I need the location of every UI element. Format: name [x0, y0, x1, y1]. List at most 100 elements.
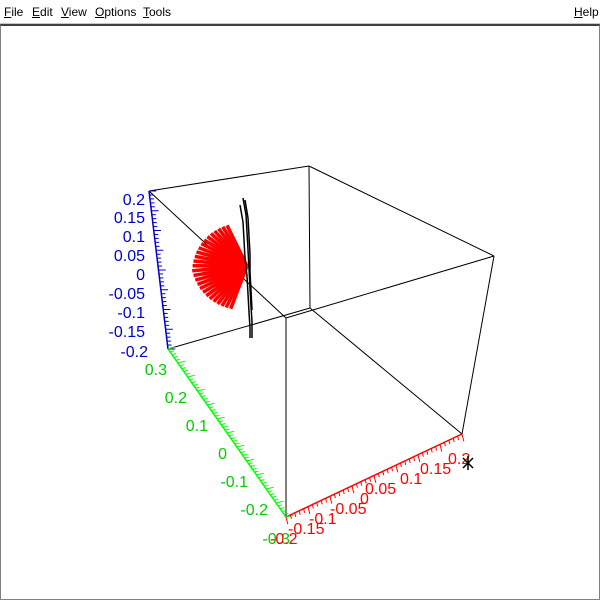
y-axis-tick: [252, 467, 257, 470]
x-axis-tick: [360, 481, 363, 486]
y-axis-tick: [268, 490, 273, 493]
y-axis-tick: [256, 472, 264, 476]
x-axis-tick: [377, 473, 380, 478]
y-axis-tick: [215, 414, 220, 417]
x-axis-tick: [404, 460, 407, 466]
x-axis-tick: [448, 440, 451, 445]
y-tick-label: 0.2: [165, 390, 187, 407]
y-axis-tick: [264, 484, 269, 487]
y-axis-tick: [240, 451, 245, 454]
x-axis-tick: [351, 485, 355, 494]
y-axis-tick: [209, 406, 214, 409]
x-axis-tick: [320, 500, 323, 505]
z-tick-label: 0.05: [114, 248, 145, 265]
y-axis-tick: [207, 402, 215, 406]
box-edge: [148, 165, 310, 192]
x-axis-tick: [413, 456, 416, 461]
z-tick-label: -0.05: [109, 286, 146, 303]
vector-fan: [192, 224, 249, 310]
box-edge: [167, 307, 311, 350]
x-axis-labels: -0.2 -0.15 -0.1 -0.05 0 0.05 0.1 0.15 0.…: [270, 451, 470, 548]
y-tick-label: 0.1: [186, 418, 208, 435]
x-axis-tick: [430, 448, 433, 453]
y-axis-tick: [185, 372, 190, 375]
y-axis-tick: [211, 409, 216, 412]
x-axis-tick: [399, 462, 402, 468]
y-axis-labels: 0.3 0.2 0.1 0 -0.1 -0.2 -0.3: [145, 362, 290, 548]
x-axis-tick: [391, 467, 394, 472]
y-axis-tick: [199, 392, 204, 395]
x-axis-tick: [333, 494, 336, 499]
x-axis-tick: [338, 491, 341, 497]
y-axis-tick: [205, 400, 210, 403]
y-axis-tick: [169, 350, 175, 353]
y-axis-tick: [246, 458, 254, 462]
y-axis-tick: [279, 507, 285, 510]
y-axis-tick: [258, 476, 263, 479]
x-axis-tick: [421, 452, 424, 457]
y-axis-tick: [173, 355, 179, 358]
y-axis-tick: [254, 470, 259, 473]
y-axis-tick: [238, 448, 243, 451]
y-axis-tick: [248, 462, 253, 465]
y-axis-tick: [228, 434, 234, 437]
x-axis-tick: [395, 465, 399, 473]
y-tick-label: 0: [218, 446, 227, 463]
y-axis-tick: [250, 465, 255, 468]
y-axis-tick: [181, 367, 186, 370]
y-axis-tick: [222, 425, 228, 428]
y-axis-tick: [219, 420, 224, 423]
z-axis-labels: 0.2 0.15 0.1 0.05 0 -0.05 -0.1 -0.15 -0.…: [109, 192, 149, 361]
x-axis-tick: [452, 438, 455, 443]
y-axis-tick: [230, 437, 236, 440]
y-axis-tick: [179, 364, 184, 367]
y-axis-tick: [213, 411, 218, 414]
x-axis-tick: [311, 504, 314, 509]
plot-window: File Edit View Options Tools Help 0.2 0.…: [0, 0, 600, 600]
y-axis-tick: [260, 479, 265, 482]
y-axis-tick: [226, 430, 235, 434]
box-edge: [308, 165, 495, 257]
x-axis-tick: [435, 446, 438, 451]
x-axis-tick: [382, 471, 385, 476]
y-axis-tick: [217, 416, 225, 420]
x-axis-tick: [386, 469, 389, 474]
x-axis-tick: [294, 512, 297, 517]
x-axis-tick: [303, 508, 306, 513]
x-axis-tick: [347, 487, 350, 493]
y-axis-tick: [224, 428, 230, 431]
box-edge: [309, 307, 463, 435]
x-tick-label: 0.1: [400, 471, 422, 488]
y-axis-tick: [232, 439, 238, 442]
y-axis-tick: [183, 369, 188, 372]
box-edge: [461, 255, 495, 435]
x-axis-tick: [355, 483, 358, 488]
y-axis-tick: [270, 493, 275, 496]
3d-plot[interactable]: 0.2 0.15 0.1 0.05 0 -0.05 -0.1 -0.15 -0.…: [0, 0, 600, 600]
z-tick-label: 0: [136, 267, 145, 284]
z-tick-label: -0.15: [109, 324, 146, 341]
y-axis-tick: [201, 395, 206, 398]
y-axis-tick: [189, 378, 194, 381]
y-axis-tick: [276, 500, 284, 504]
y-axis-tick: [266, 486, 274, 490]
y-axis-tick: [242, 453, 247, 456]
y-axis-tick: [234, 442, 239, 445]
x-axis-tick: [408, 458, 411, 464]
x-axis-tick: [316, 502, 319, 507]
y-axis-tick: [220, 423, 226, 426]
box-edge: [285, 255, 495, 319]
y-tick-label: 0.3: [145, 362, 167, 379]
y-tick-label: -0.2: [240, 502, 268, 519]
y-axis-tick: [262, 481, 267, 484]
y-axis-tick: [191, 381, 196, 384]
x-axis-tick: [443, 442, 446, 447]
y-axis-tick: [274, 498, 279, 501]
y-axis-tick: [197, 388, 205, 392]
x-axis-tick: [457, 435, 460, 441]
x-tick-label: 0.2: [448, 451, 470, 468]
y-axis-tick: [175, 358, 180, 361]
y-axis-tick: [281, 509, 287, 512]
x-tick-label: 0.05: [365, 481, 396, 498]
z-tick-label: 0.15: [114, 210, 145, 227]
